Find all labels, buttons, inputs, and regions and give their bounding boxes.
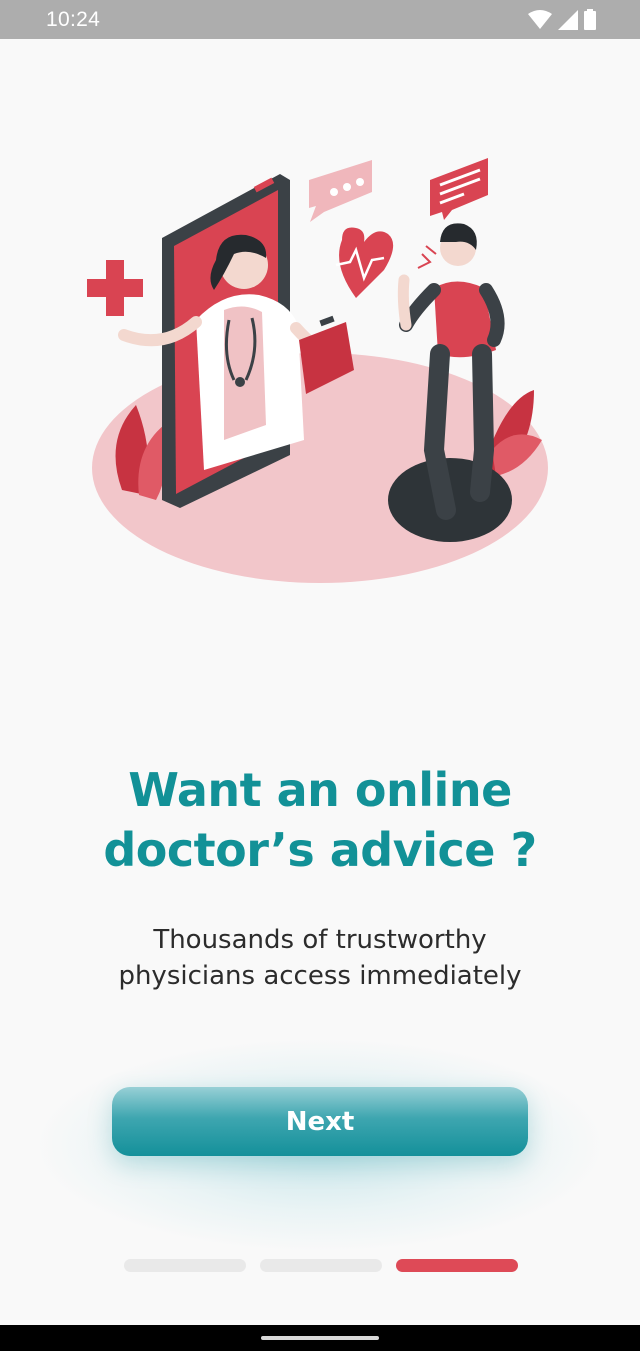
- onboarding-subtitle-line-1: Thousands of trustworthy: [153, 925, 487, 955]
- onboarding-subtitle-line-2: physicians access immediately: [118, 961, 522, 991]
- page-indicator-dot-2: [260, 1259, 382, 1272]
- signal-icon: [558, 9, 578, 30]
- battery-icon: [584, 9, 596, 30]
- home-handle[interactable]: [261, 1336, 379, 1340]
- onboarding-title-line-2: doctor’s advice ?: [103, 823, 537, 877]
- wifi-icon: [528, 9, 552, 29]
- status-icons: [528, 9, 596, 30]
- page-indicator-dot-3: [396, 1259, 518, 1272]
- page-indicator: [124, 1259, 518, 1272]
- onboarding-title: Want an online doctor’s advice ?: [0, 760, 640, 880]
- onboarding-title-line-1: Want an online: [128, 763, 512, 817]
- page-indicator-dot-1: [124, 1259, 246, 1272]
- doctor-illustration: [84, 150, 554, 590]
- next-button[interactable]: Next: [112, 1087, 528, 1156]
- status-time: 10:24: [46, 8, 101, 31]
- status-bar: 10:24: [0, 0, 640, 39]
- onboarding-subtitle: Thousands of trustworthy physicians acce…: [0, 922, 640, 994]
- navigation-bar: [0, 1325, 640, 1351]
